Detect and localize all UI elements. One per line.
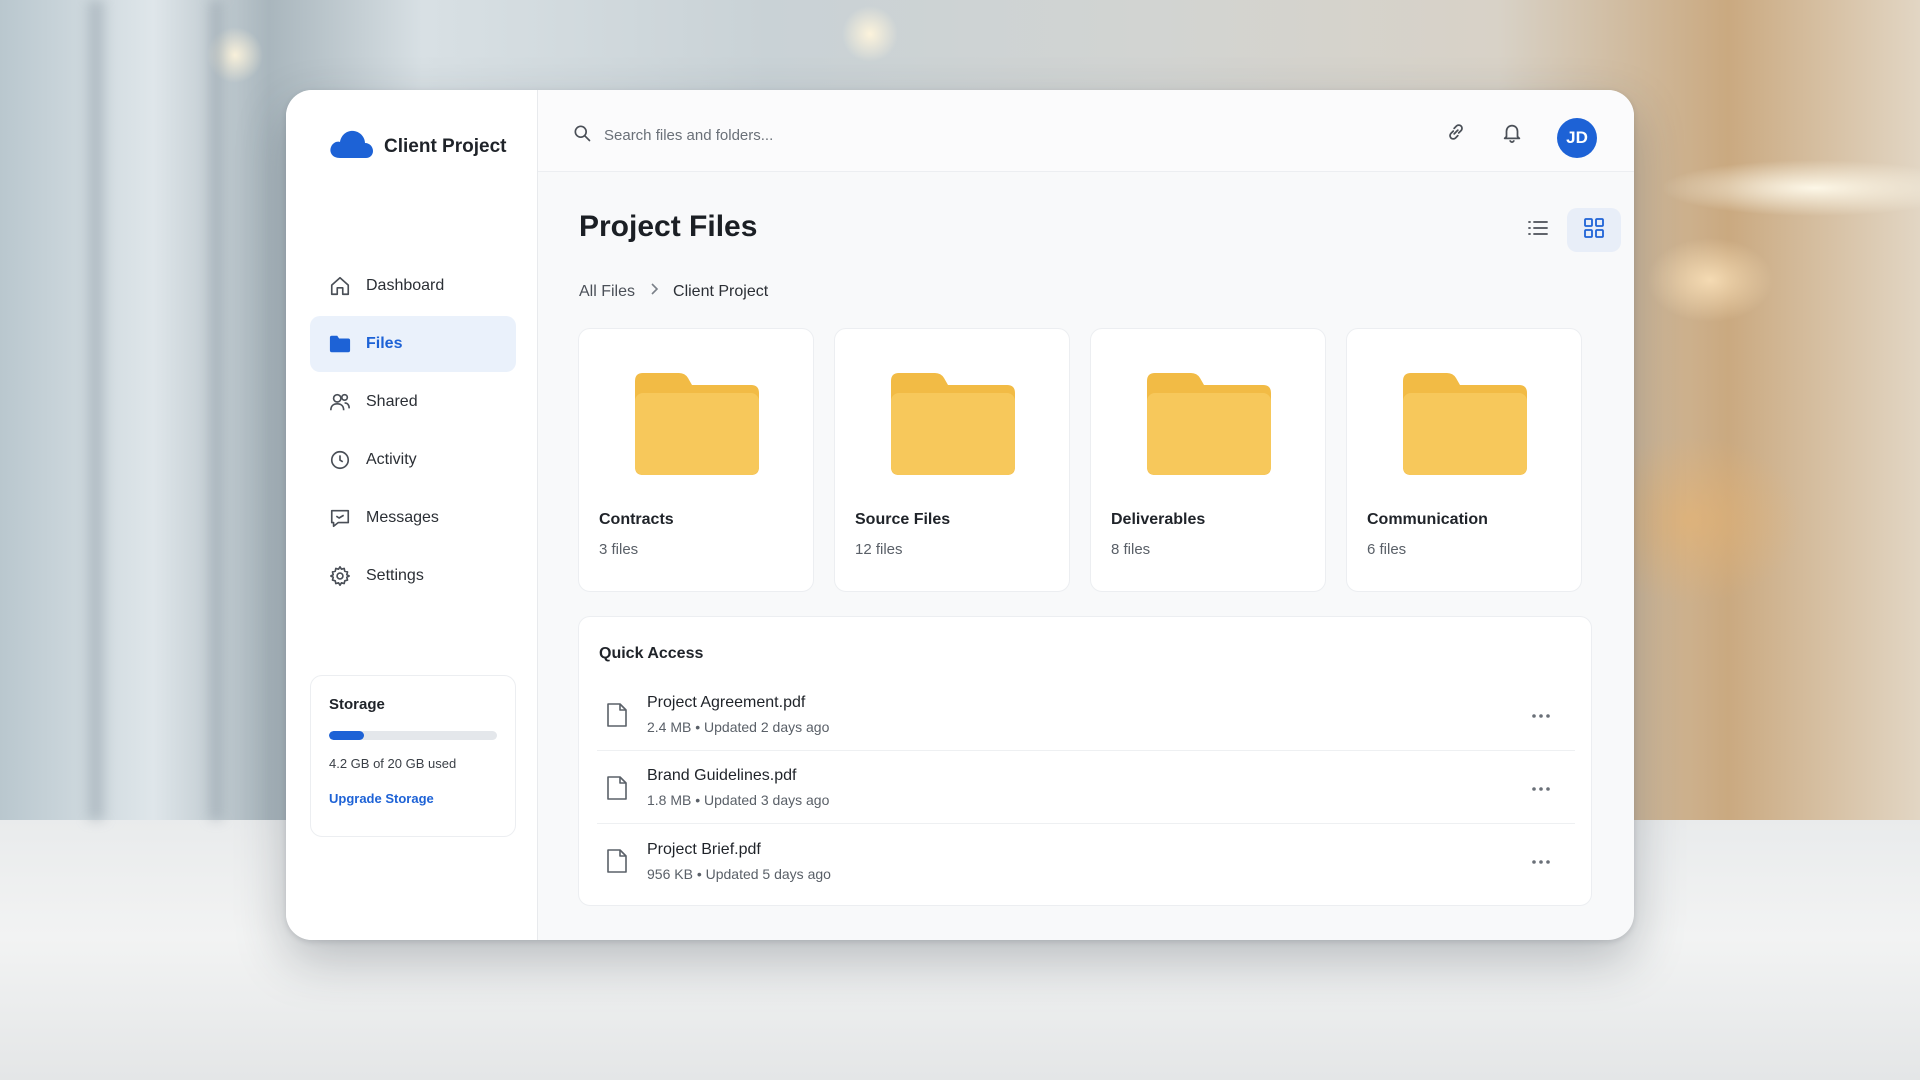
background-pillar [210, 0, 222, 820]
folder-name: Communication [1367, 511, 1488, 528]
folder-icon [328, 332, 352, 356]
topbar: JD [538, 90, 1634, 172]
users-icon [328, 390, 352, 414]
sidebar-item-label: Settings [366, 567, 424, 584]
folder-name: Source Files [855, 511, 951, 528]
list-view-button[interactable] [1511, 208, 1565, 252]
quick-access-title: Quick Access [599, 645, 704, 662]
more-horizontal-icon [1531, 779, 1551, 797]
file-row[interactable]: Project Brief.pdf 956 KB • Updated 5 day… [597, 825, 1575, 897]
message-icon [328, 506, 352, 530]
storage-progress-fill [329, 731, 365, 740]
file-meta: 956 KB • Updated 5 days ago [647, 865, 831, 882]
search-icon [572, 123, 592, 148]
storage-card: Storage 4.2 GB of 20 GB used Upgrade Sto… [310, 675, 516, 837]
file-name: Project Agreement.pdf [647, 694, 806, 711]
sidebar-item-label: Messages [366, 509, 439, 526]
brand[interactable]: Client Project [328, 128, 506, 165]
home-icon [328, 274, 352, 298]
folder-count: 12 files [855, 541, 903, 558]
sidebar-item-shared[interactable]: Shared [310, 374, 516, 430]
quick-access-panel: Quick Access Project Agreement.pdf 2.4 M… [578, 616, 1592, 906]
sidebar-item-label: Files [366, 335, 403, 352]
sidebar-item-settings[interactable]: Settings [310, 548, 516, 604]
grid-view-icon [1583, 217, 1605, 244]
clock-icon [328, 448, 352, 472]
sidebar-nav: Dashboard Files Shared Activity Messages… [310, 258, 516, 606]
storage-progress-bar [329, 731, 497, 740]
file-meta: 1.8 MB • Updated 3 days ago [647, 792, 830, 808]
storage-title: Storage [329, 696, 385, 713]
avatar[interactable]: JD [1557, 118, 1597, 158]
sidebar-item-label: Activity [366, 451, 417, 468]
folder-name: Contracts [599, 511, 674, 528]
folder-card-contracts[interactable]: Contracts 3 files [578, 328, 814, 592]
gear-icon [328, 564, 352, 588]
folder-grid: Contracts 3 files Source Files 12 files … [578, 328, 1582, 592]
folder-icon [1147, 371, 1271, 480]
bell-icon[interactable] [1498, 118, 1526, 146]
folder-count: 6 files [1367, 541, 1407, 558]
sidebar-item-activity[interactable]: Activity [310, 432, 516, 488]
file-row[interactable]: Brand Guidelines.pdf 1.8 MB • Updated 3 … [597, 752, 1575, 824]
storage-used-text: 4.2 GB of 20 GB used [329, 756, 457, 771]
app-window: Client Project Dashboard Files Shared Ac… [286, 90, 1634, 940]
more-horizontal-icon [1531, 706, 1551, 724]
file-meta: 2.4 MB • Updated 2 days ago [647, 719, 830, 735]
folder-card-source-files[interactable]: Source Files 12 files [834, 328, 1070, 592]
more-options-button[interactable] [1527, 701, 1555, 729]
folder-icon [891, 371, 1015, 480]
link-icon[interactable] [1442, 118, 1470, 146]
sidebar-item-files[interactable]: Files [310, 316, 516, 372]
page-title: Project Files [579, 210, 758, 243]
file-name: Brand Guidelines.pdf [647, 767, 797, 784]
folder-card-deliverables[interactable]: Deliverables 8 files [1090, 328, 1326, 592]
folder-name: Deliverables [1111, 511, 1206, 528]
document-icon [601, 772, 633, 804]
document-icon [601, 699, 633, 731]
grid-view-button[interactable] [1567, 208, 1621, 252]
folder-card-communication[interactable]: Communication 6 files [1346, 328, 1582, 592]
more-options-button[interactable] [1527, 847, 1555, 875]
folder-icon [1403, 371, 1527, 480]
file-row[interactable]: Project Agreement.pdf 2.4 MB • Updated 2… [597, 679, 1575, 751]
list-view-icon [1527, 218, 1549, 243]
more-options-button[interactable] [1527, 774, 1555, 802]
file-info: Brand Guidelines.pdf 1.8 MB • Updated 3 … [647, 767, 829, 808]
main-content: JD Project Files All Files Client Projec… [538, 90, 1634, 940]
file-info: Project Agreement.pdf 2.4 MB • Updated 2… [647, 694, 829, 735]
folder-count: 3 files [599, 541, 639, 558]
sidebar-item-label: Dashboard [366, 277, 445, 294]
sidebar-item-label: Shared [366, 393, 418, 410]
search-input[interactable] [604, 126, 1304, 144]
chevron-right-icon [649, 282, 659, 301]
breadcrumb: All Files Client Project [579, 282, 768, 301]
sidebar-item-dashboard[interactable]: Dashboard [310, 258, 516, 314]
background-pillar [88, 0, 104, 820]
cloud-icon [328, 128, 374, 165]
document-icon [601, 845, 633, 877]
file-info: Project Brief.pdf 956 KB • Updated 5 day… [647, 841, 831, 882]
folder-icon [635, 371, 759, 480]
brand-name: Client Project [384, 135, 507, 157]
more-horizontal-icon [1531, 852, 1551, 870]
upgrade-storage-link[interactable]: Upgrade Storage [329, 791, 497, 806]
file-name: Project Brief.pdf [647, 840, 761, 858]
breadcrumb-all-files[interactable]: All Files [579, 283, 635, 301]
breadcrumb-current: Client Project [673, 282, 769, 300]
search-bar[interactable] [572, 117, 1392, 153]
sidebar-item-messages[interactable]: Messages [310, 490, 516, 546]
sidebar: Client Project Dashboard Files Shared Ac… [286, 90, 538, 940]
folder-count: 8 files [1111, 541, 1151, 558]
